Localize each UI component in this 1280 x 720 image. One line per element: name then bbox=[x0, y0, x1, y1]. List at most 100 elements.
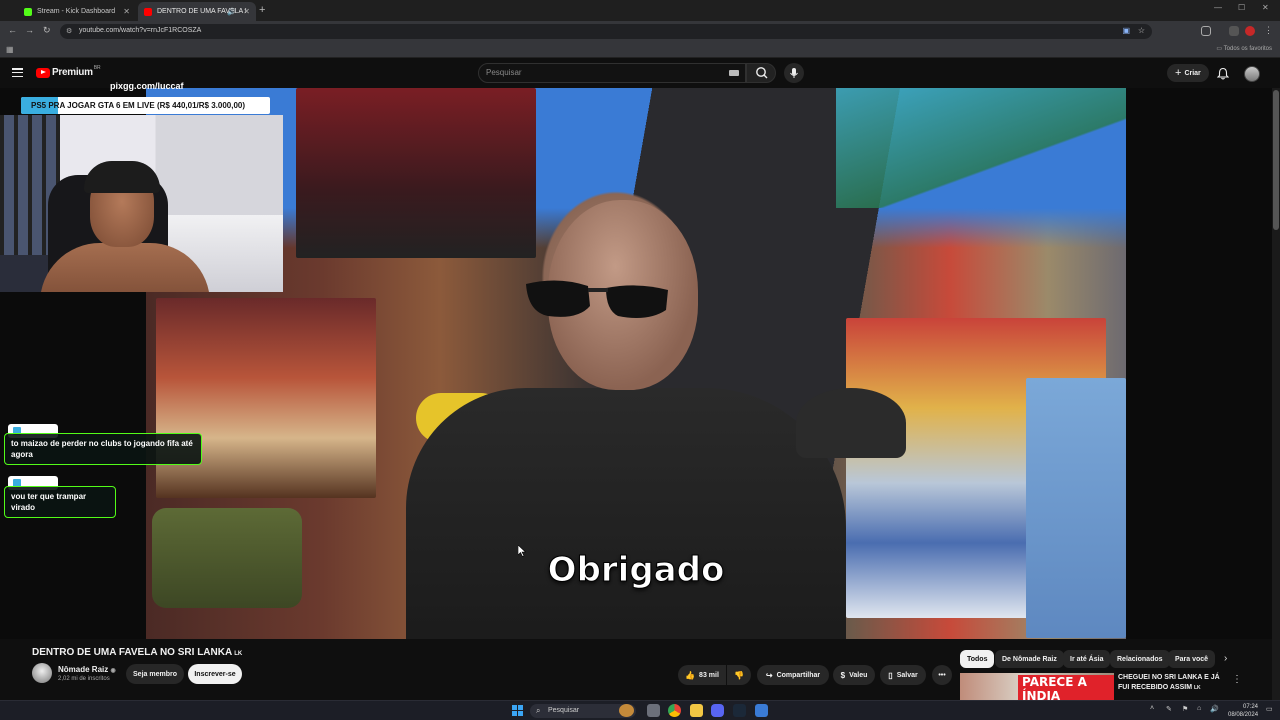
minimize-icon[interactable]: — bbox=[1214, 3, 1222, 12]
share-button[interactable]: ↪ Compartilhar bbox=[757, 665, 829, 685]
extensions-icon[interactable] bbox=[1201, 26, 1211, 36]
tab-kick-dashboard[interactable]: Stream - Kick Dashboard ✕ bbox=[18, 2, 136, 21]
system-clock[interactable]: 07:24 08/08/2024 bbox=[1228, 703, 1258, 719]
kick-favicon-icon bbox=[24, 7, 32, 16]
filter-chip-asia[interactable]: Ir até Ásia bbox=[1063, 650, 1111, 668]
browser-menu-icon[interactable]: ⋮ bbox=[1264, 25, 1273, 36]
apps-grid-icon[interactable]: ▦ bbox=[6, 45, 14, 54]
hanging-clothes bbox=[296, 88, 536, 258]
new-tab-button[interactable]: + bbox=[259, 4, 265, 16]
account-avatar[interactable] bbox=[1244, 66, 1260, 82]
microphone-icon bbox=[790, 68, 798, 78]
bystander-cap bbox=[796, 388, 906, 458]
file-explorer-icon[interactable] bbox=[690, 704, 703, 717]
super-thanks-icon: $ bbox=[840, 670, 846, 680]
keyboard-icon[interactable] bbox=[729, 70, 739, 76]
channel-name[interactable]: Nômade Raiz ◉ bbox=[58, 665, 116, 674]
subscribe-button[interactable]: Inscrever-se bbox=[188, 664, 242, 684]
maximize-icon[interactable]: ☐ bbox=[1238, 3, 1245, 12]
windows-start-icon[interactable] bbox=[512, 705, 523, 716]
tab-title: Stream - Kick Dashboard bbox=[37, 8, 116, 15]
verified-badge-icon: ◉ bbox=[110, 668, 116, 674]
search-highlight-icon[interactable] bbox=[619, 704, 634, 717]
save-button[interactable]: ▯ Salvar bbox=[880, 665, 926, 685]
donation-goal-bar: PS5 PRA JOGAR GTA 6 EM LIVE (R$ 440,01/R… bbox=[21, 97, 270, 114]
chrome-icon[interactable] bbox=[668, 704, 681, 717]
more-vert-icon[interactable]: ⋮ bbox=[1232, 674, 1242, 685]
profile-icon[interactable] bbox=[1245, 26, 1255, 36]
search-input[interactable] bbox=[486, 68, 716, 77]
video-title: DENTRO DE UMA FAVELA NO SRI LANKA LK bbox=[32, 647, 243, 658]
channel-avatar[interactable] bbox=[32, 663, 52, 683]
search-icon bbox=[756, 67, 768, 79]
notifications-icon[interactable]: ▭ bbox=[1266, 705, 1273, 713]
youtube-masthead: Premium BR + Criar bbox=[0, 58, 1280, 88]
recommended-video-title[interactable]: CHEGUEI NO SRI LANKA E JÁ FUI RECEBIDO A… bbox=[1118, 673, 1228, 693]
search-box bbox=[478, 63, 746, 83]
plus-icon: + bbox=[1175, 67, 1182, 79]
create-label: Criar bbox=[1184, 69, 1201, 77]
site-info-icon[interactable]: ⚙ bbox=[66, 27, 72, 35]
page-scrollbar[interactable] bbox=[1272, 88, 1280, 700]
create-button[interactable]: + Criar bbox=[1167, 64, 1209, 82]
voice-search-button[interactable] bbox=[784, 63, 804, 83]
chat-message: vou ter que trampar virado bbox=[4, 486, 116, 518]
bookmark-star-icon[interactable]: ☆ bbox=[1138, 26, 1145, 35]
scrollbar-thumb[interactable] bbox=[1273, 90, 1279, 230]
volume-icon[interactable]: 🔊 bbox=[1210, 705, 1219, 713]
filter-chip-for-you[interactable]: Para você bbox=[1168, 650, 1216, 668]
green-bag bbox=[152, 508, 302, 608]
security-icon[interactable]: ⚑ bbox=[1182, 705, 1188, 713]
discord-icon[interactable] bbox=[711, 704, 724, 717]
tab-youtube-video[interactable]: DENTRO DE UMA FAVELA I 🔊 ✕ bbox=[138, 2, 256, 21]
all-bookmarks-folder[interactable]: ▭ Todos os favoritos bbox=[1216, 45, 1272, 52]
speaker-icon[interactable]: 🔊 bbox=[227, 8, 236, 16]
bookmarks-bar: ▦ ▭ Todos os favoritos bbox=[0, 42, 1280, 58]
video-caption: Obrigado bbox=[547, 550, 725, 591]
subscriber-count: 2,02 mi de inscritos bbox=[58, 676, 110, 682]
tray-chevron-icon[interactable]: ˄ bbox=[1150, 705, 1154, 712]
more-dots-icon: ••• bbox=[938, 671, 946, 679]
network-icon[interactable]: ⌂ bbox=[1197, 705, 1201, 712]
translate-icon[interactable]: ▣ bbox=[1122, 26, 1130, 35]
sunglasses-icon bbox=[526, 280, 668, 318]
filter-chip-related[interactable]: Relacionados bbox=[1110, 650, 1170, 668]
reload-icon[interactable]: ↻ bbox=[43, 25, 51, 36]
save-playlist-icon: ▯ bbox=[888, 670, 893, 680]
dislike-button[interactable]: 👎 bbox=[727, 665, 751, 685]
streamer-cap bbox=[84, 161, 160, 193]
recommended-video-thumbnail[interactable]: PARECE A ÍNDIA bbox=[960, 673, 1114, 700]
app-icon[interactable] bbox=[755, 704, 768, 717]
steam-icon[interactable] bbox=[733, 704, 746, 717]
cast-icon[interactable] bbox=[1229, 26, 1239, 36]
close-tab-icon[interactable]: ✕ bbox=[243, 7, 250, 16]
search-button[interactable] bbox=[746, 63, 776, 83]
browser-tab-strip: Stream - Kick Dashboard ✕ DENTRO DE UMA … bbox=[0, 0, 1280, 21]
youtube-premium-logo[interactable]: Premium BR bbox=[36, 64, 101, 78]
address-bar[interactable]: ⚙ youtube.com/watch?v=rnJcF1RCOSZA ▣ ☆ bbox=[60, 24, 1152, 39]
filter-chip-channel[interactable]: De Nômade Raiz bbox=[995, 650, 1064, 668]
region-code: BR bbox=[93, 64, 101, 71]
more-actions-button[interactable]: ••• bbox=[932, 665, 952, 685]
market-awning bbox=[836, 88, 1126, 208]
bystander-shirt bbox=[1026, 378, 1126, 638]
filter-chip-todos[interactable]: Todos bbox=[960, 650, 995, 668]
close-tab-icon[interactable]: ✕ bbox=[123, 7, 130, 16]
close-window-icon[interactable]: ✕ bbox=[1262, 3, 1269, 12]
browser-toolbar: ← → ↻ ⚙ youtube.com/watch?v=rnJcF1RCOSZA… bbox=[0, 21, 1280, 42]
task-view-icon[interactable] bbox=[647, 704, 660, 717]
like-button[interactable]: 👍 83 mil bbox=[678, 665, 726, 685]
pix-donation-link: pixgg.com/luccaf bbox=[110, 81, 184, 91]
thanks-button[interactable]: $ Valeu bbox=[833, 665, 875, 685]
video-player[interactable]: Obrigado bbox=[146, 88, 1126, 639]
menu-hamburger-icon[interactable] bbox=[12, 68, 23, 78]
notifications-bell-icon[interactable] bbox=[1217, 67, 1229, 80]
pen-icon[interactable]: ✎ bbox=[1166, 705, 1172, 713]
chat-message: to maizao de perder no clubs to jogando … bbox=[4, 433, 202, 465]
chevron-right-icon[interactable]: › bbox=[1224, 653, 1227, 664]
join-membership-button[interactable]: Seja membro bbox=[126, 664, 184, 684]
youtube-play-logo-icon bbox=[36, 67, 50, 78]
forward-arrow-icon[interactable]: → bbox=[25, 25, 34, 35]
player-right-letterbox bbox=[1126, 88, 1272, 639]
back-arrow-icon[interactable]: ← bbox=[8, 25, 17, 35]
